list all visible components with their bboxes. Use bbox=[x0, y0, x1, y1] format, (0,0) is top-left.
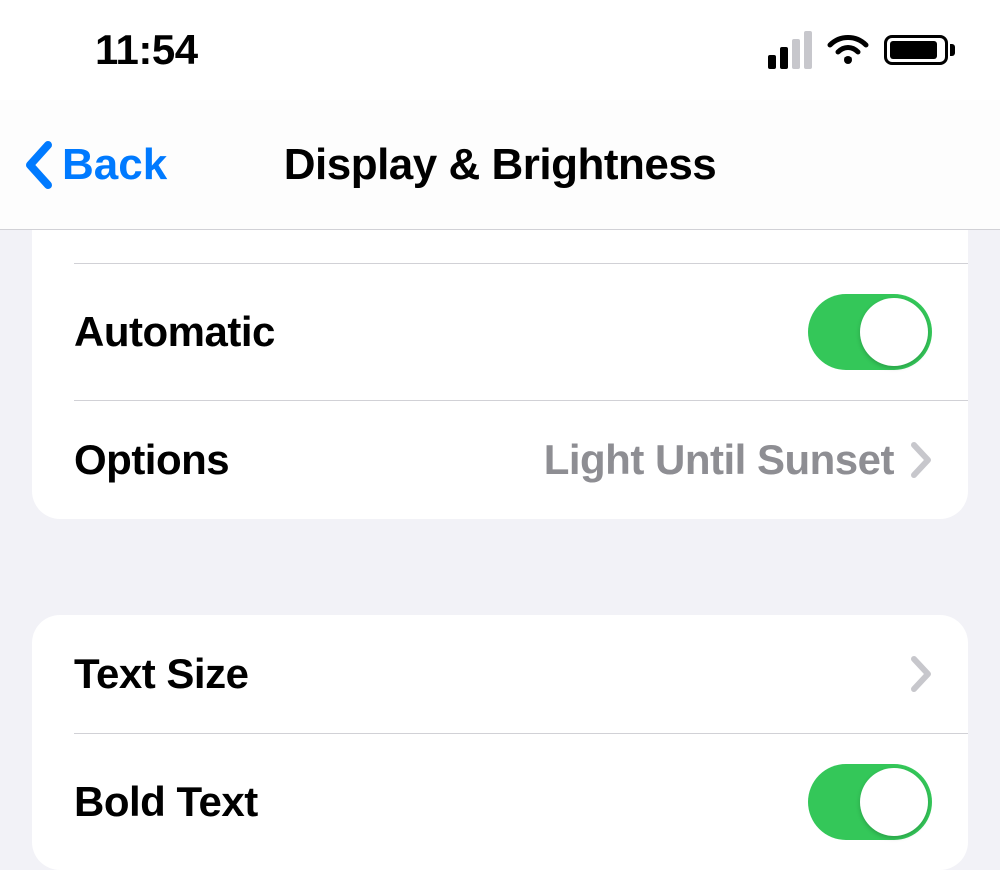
options-label: Options bbox=[74, 436, 229, 484]
bold-text-toggle[interactable] bbox=[808, 764, 932, 840]
automatic-row: Automatic bbox=[32, 264, 968, 400]
text-section: Text Size Bold Text bbox=[32, 615, 968, 870]
options-row[interactable]: Options Light Until Sunset bbox=[32, 401, 968, 519]
navigation-bar: Back Display & Brightness bbox=[0, 100, 1000, 230]
bold-text-row: Bold Text bbox=[32, 734, 968, 870]
bold-text-label: Bold Text bbox=[74, 778, 258, 826]
automatic-toggle[interactable] bbox=[808, 294, 932, 370]
chevron-right-icon bbox=[910, 655, 932, 693]
settings-content: Automatic Options Light Until Sunset Tex… bbox=[0, 230, 1000, 870]
status-bar: 11:54 bbox=[0, 0, 1000, 100]
back-label: Back bbox=[62, 140, 167, 190]
text-size-row[interactable]: Text Size bbox=[32, 615, 968, 733]
automatic-label: Automatic bbox=[74, 308, 275, 356]
options-value: Light Until Sunset bbox=[544, 436, 894, 484]
wifi-icon bbox=[826, 34, 870, 66]
status-icons bbox=[768, 31, 955, 69]
battery-icon bbox=[884, 35, 955, 65]
cellular-signal-icon bbox=[768, 31, 812, 69]
page-title: Display & Brightness bbox=[284, 140, 717, 190]
appearance-section: Automatic Options Light Until Sunset bbox=[32, 230, 968, 519]
status-time: 11:54 bbox=[95, 26, 198, 74]
chevron-right-icon bbox=[910, 441, 932, 479]
partial-row-cutoff bbox=[74, 230, 968, 264]
text-size-label: Text Size bbox=[74, 650, 248, 698]
back-button[interactable]: Back bbox=[20, 139, 167, 191]
chevron-left-icon bbox=[20, 139, 60, 191]
